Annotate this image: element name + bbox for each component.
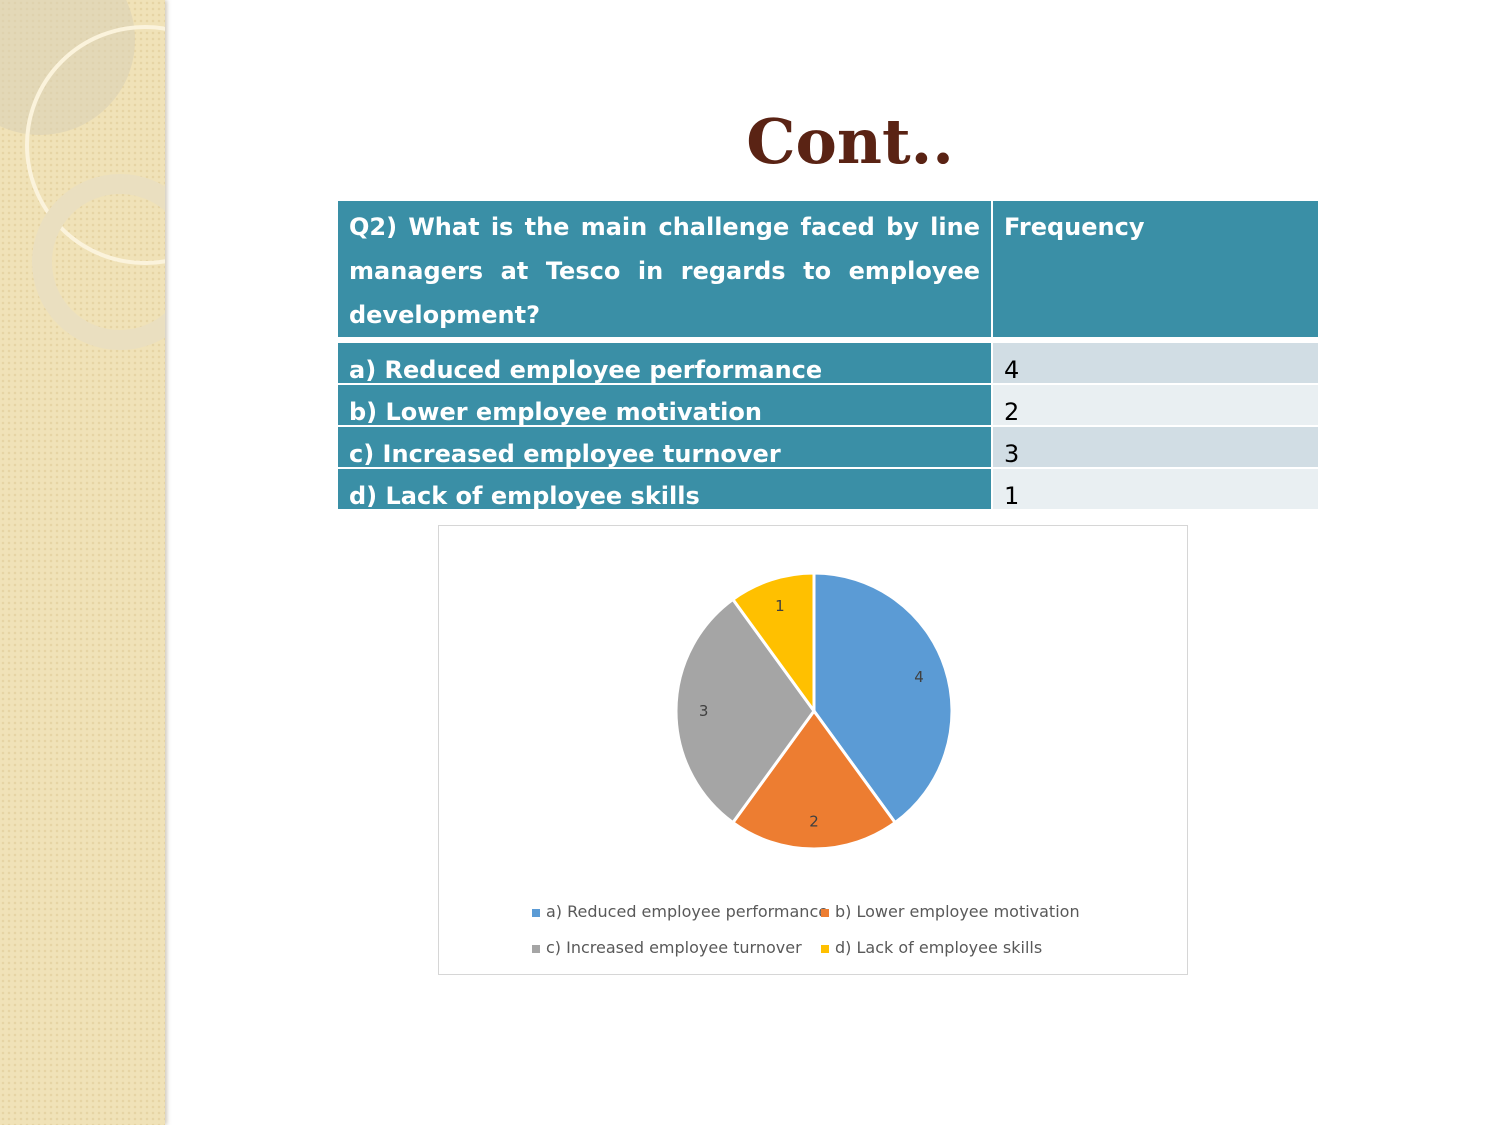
- legend-swatch: [821, 909, 829, 917]
- frequency-header: Frequency: [993, 201, 1318, 337]
- decorative-rings: [0, 0, 165, 350]
- table-row: b) Lower employee motivation 2: [338, 383, 1318, 425]
- legend-swatch: [532, 945, 540, 953]
- row-label: a) Reduced employee performance: [338, 337, 993, 383]
- pie-data-label: 4: [914, 668, 924, 686]
- table-row: d) Lack of employee skills 1: [338, 467, 1318, 509]
- question-header: Q2) What is the main challenge faced by …: [338, 201, 993, 337]
- slide-title: Cont..: [746, 105, 954, 178]
- row-label: c) Increased employee turnover: [338, 425, 993, 467]
- row-value: 1: [993, 467, 1318, 509]
- row-value: 2: [993, 383, 1318, 425]
- row-label: d) Lack of employee skills: [338, 467, 993, 509]
- legend-label: a) Reduced employee performance: [546, 902, 829, 921]
- legend-item: b) Lower employee motivation: [821, 902, 1080, 921]
- row-label: b) Lower employee motivation: [338, 383, 993, 425]
- legend-swatch: [532, 909, 540, 917]
- pie-data-label: 2: [809, 812, 819, 830]
- table-row: c) Increased employee turnover 3: [338, 425, 1318, 467]
- row-value: 3: [993, 425, 1318, 467]
- legend-label: d) Lack of employee skills: [835, 938, 1043, 957]
- legend-item: a) Reduced employee performance: [532, 902, 828, 921]
- row-value: 4: [993, 337, 1318, 383]
- legend-label: c) Increased employee turnover: [546, 938, 802, 957]
- frequency-table: Q2) What is the main challenge faced by …: [338, 201, 1318, 509]
- legend-item: d) Lack of employee skills: [821, 938, 1042, 957]
- legend-swatch: [821, 945, 829, 953]
- legend-item: c) Increased employee turnover: [532, 938, 802, 957]
- pie-chart: 4 2 3 1 a) Reduced employee performance b) …: [438, 525, 1188, 975]
- table-row: a) Reduced employee performance 4: [338, 337, 1318, 383]
- pie-chart-svg: 4 2 3 1: [674, 571, 954, 851]
- decorative-sidebar: [0, 0, 165, 1125]
- pie-data-label: 3: [699, 702, 709, 720]
- pie-data-label: 1: [775, 597, 785, 615]
- table-header-row: Q2) What is the main challenge faced by …: [338, 201, 1318, 337]
- legend-label: b) Lower employee motivation: [835, 902, 1080, 921]
